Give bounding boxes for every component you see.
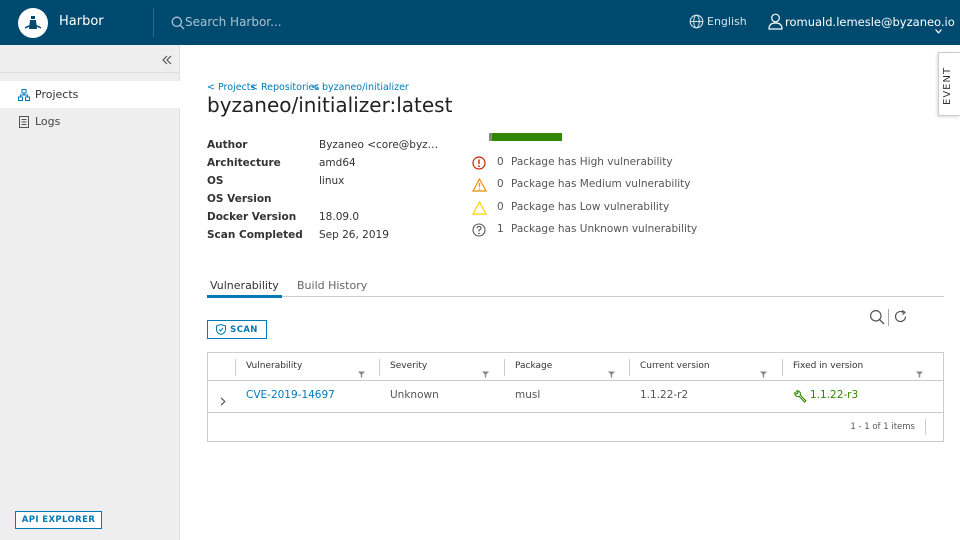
scan-button[interactable]: SCAN xyxy=(207,320,267,339)
page-title: byzaneo/initializer:latest xyxy=(207,93,453,117)
warning-triangle-icon xyxy=(471,177,488,196)
filter-icon[interactable] xyxy=(916,363,923,382)
tab-vulnerability[interactable]: Vulnerability xyxy=(207,279,282,298)
medium-count: 0 xyxy=(497,178,504,190)
language-selector[interactable]: English xyxy=(707,15,747,28)
column-fixed-version[interactable]: Fixed in version xyxy=(793,361,863,371)
column-divider xyxy=(379,359,380,376)
app-brand[interactable]: Harbor xyxy=(59,14,104,29)
collapse-sidebar-icon[interactable] xyxy=(162,54,172,68)
question-circle-icon xyxy=(472,222,486,241)
prop-os-label: OS xyxy=(207,175,224,187)
column-divider xyxy=(629,359,630,376)
breadcrumb-repository[interactable]: < byzaneo/initializer xyxy=(311,82,409,93)
prop-os-value: linux xyxy=(319,175,345,187)
pagination-info: 1 - 1 of 1 items xyxy=(850,422,915,432)
high-count: 0 xyxy=(497,156,504,168)
api-explorer-button[interactable]: API EXPLORER xyxy=(15,511,102,529)
column-current-version[interactable]: Current version xyxy=(640,361,710,371)
error-circle-icon xyxy=(472,155,486,174)
cell-severity: Unknown xyxy=(390,389,439,401)
tabs-underline xyxy=(207,296,944,297)
sidebar-item-logs[interactable]: Logs xyxy=(0,108,180,135)
grid-search-icon[interactable] xyxy=(869,309,885,329)
prop-architecture-value: amd64 xyxy=(319,157,356,169)
shield-check-icon xyxy=(216,324,227,335)
sidebar-item-label: Logs xyxy=(35,115,61,128)
user-icon[interactable] xyxy=(768,13,783,34)
column-package[interactable]: Package xyxy=(515,361,552,371)
table-row: CVE-2019-14697 Unknown musl 1.1.22-r2 1.… xyxy=(208,381,943,413)
scan-button-label: SCAN xyxy=(230,324,258,335)
prop-author-label: Author xyxy=(207,139,248,151)
search-icon xyxy=(171,15,185,34)
globe-icon[interactable] xyxy=(689,14,704,33)
cell-package: musl xyxy=(515,389,541,401)
tab-build-history[interactable]: Build History xyxy=(297,279,367,292)
header-divider xyxy=(153,8,154,37)
event-tab-label: EVENT xyxy=(942,66,953,105)
sidebar: Projects Logs API EXPLORER xyxy=(0,45,180,540)
sidebar-item-projects[interactable]: Projects xyxy=(0,81,180,108)
vulnerability-datagrid: Vulnerability Severity Package Current v… xyxy=(207,352,944,442)
prop-scan-completed-value: Sep 26, 2019 xyxy=(319,229,389,241)
harbor-logo-icon[interactable] xyxy=(18,8,48,38)
prop-architecture-label: Architecture xyxy=(207,157,281,169)
low-count: 0 xyxy=(497,201,504,213)
cell-current-version: 1.1.22-r2 xyxy=(640,389,689,401)
filter-icon[interactable] xyxy=(608,363,615,382)
column-severity[interactable]: Severity xyxy=(390,361,427,371)
filter-icon[interactable] xyxy=(760,363,767,382)
logs-icon xyxy=(18,115,30,128)
sidebar-divider xyxy=(0,72,180,73)
breadcrumb-projects[interactable]: < Projects xyxy=(207,82,255,93)
high-label: Package has High vulnerability xyxy=(511,156,673,168)
expand-row-icon[interactable] xyxy=(220,391,226,410)
app-header: Harbor English romuald.lemesle@byzaneo.i… xyxy=(0,0,960,45)
column-vulnerability[interactable]: Vulnerability xyxy=(246,361,302,371)
wrench-icon xyxy=(793,389,807,408)
global-search-input[interactable] xyxy=(185,13,405,31)
sidebar-item-label: Projects xyxy=(35,88,79,101)
filter-icon[interactable] xyxy=(482,363,489,382)
datagrid-header: Vulnerability Severity Package Current v… xyxy=(208,353,943,381)
medium-label: Package has Medium vulnerability xyxy=(511,178,691,190)
prop-docker-version-value: 18.09.0 xyxy=(319,211,360,223)
cell-vulnerability-link[interactable]: CVE-2019-14697 xyxy=(246,389,335,401)
column-divider xyxy=(504,359,505,376)
prop-os-version-label: OS Version xyxy=(207,193,272,205)
unknown-count: 1 xyxy=(497,223,504,235)
unknown-label: Package has Unknown vulnerability xyxy=(511,223,698,235)
footer-divider xyxy=(925,419,926,435)
vulnerability-summary-bar xyxy=(489,133,562,141)
refresh-icon[interactable] xyxy=(893,309,908,328)
chevron-down-icon[interactable] xyxy=(935,19,942,38)
filter-icon[interactable] xyxy=(358,363,365,382)
column-divider xyxy=(235,359,236,376)
column-divider xyxy=(782,359,783,376)
low-label: Package has Low vulnerability xyxy=(511,201,670,213)
breadcrumb-repositories[interactable]: < Repositories xyxy=(250,82,319,93)
prop-author-value: Byzaneo <core@byzaneo.io> xyxy=(319,139,439,151)
prop-docker-version-label: Docker Version xyxy=(207,211,297,223)
user-menu[interactable]: romuald.lemesle@byzaneo.io xyxy=(785,15,955,29)
prop-scan-completed-label: Scan Completed xyxy=(207,229,303,241)
warning-triangle-outline-icon xyxy=(471,200,488,219)
projects-icon xyxy=(18,88,30,101)
event-panel-toggle[interactable]: EVENT xyxy=(938,52,960,116)
cell-fixed-version: 1.1.22-r3 xyxy=(810,389,859,401)
grid-toolbar-divider xyxy=(888,309,889,326)
